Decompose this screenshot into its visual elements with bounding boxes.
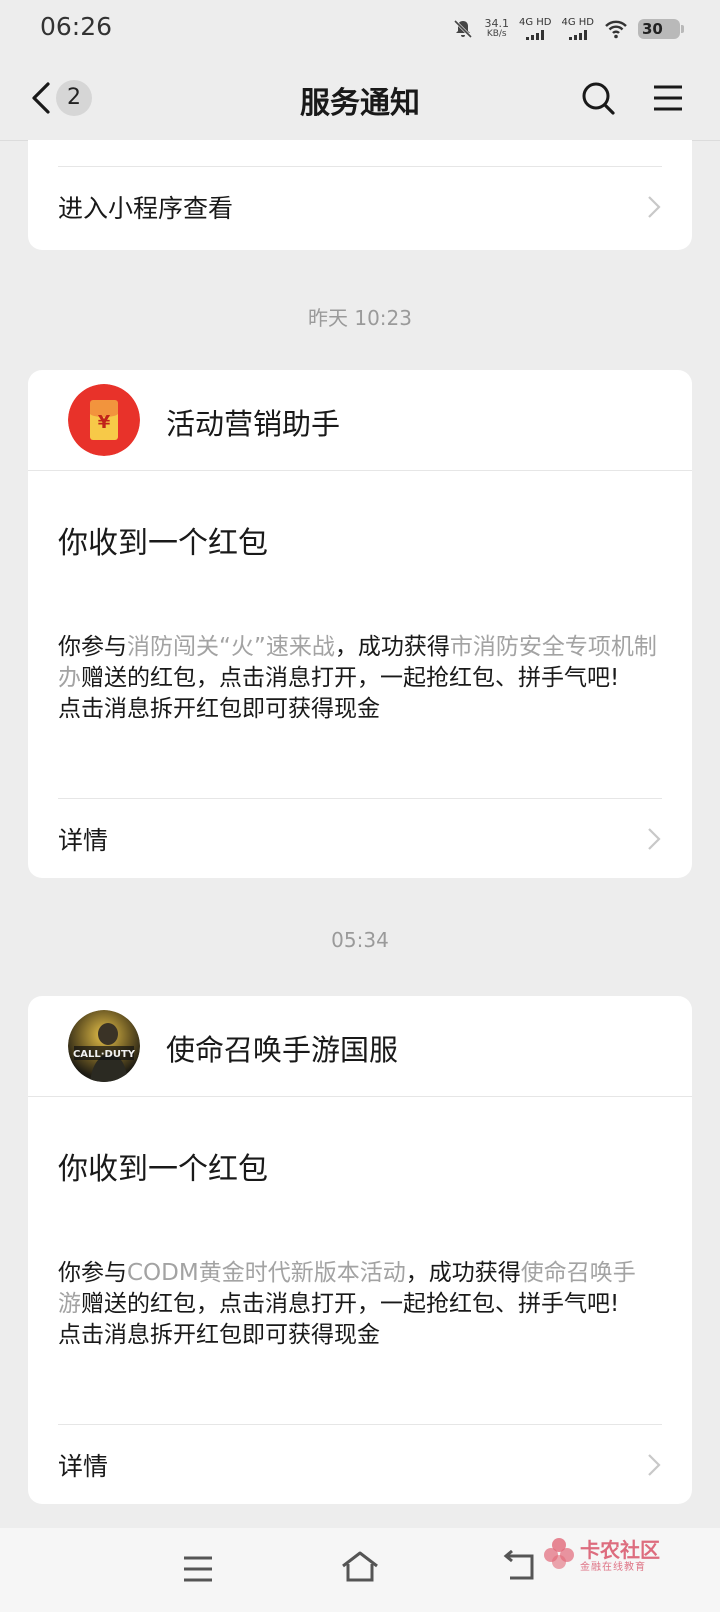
link-label: 进入小程序查看 bbox=[58, 194, 234, 223]
svg-text:CALL·DUTY: CALL·DUTY bbox=[73, 1049, 136, 1060]
message-title: 你收到一个红包 bbox=[58, 1152, 268, 1187]
details-link[interactable]: 详情 bbox=[58, 800, 662, 878]
activity-link[interactable]: CODM黄金时代新版本活动 bbox=[127, 1260, 406, 1286]
chevron-right-icon bbox=[648, 828, 661, 850]
message-card[interactable]: ¥ 活动营销助手 你收到一个红包 你参与消防闯关“火”速来战，成功获得市消防安全… bbox=[28, 370, 692, 878]
details-label: 详情 bbox=[58, 826, 109, 855]
sim2-signal: 4G HD bbox=[561, 18, 594, 40]
battery-icon: 30 bbox=[638, 19, 684, 39]
open-mini-program-link[interactable]: 进入小程序查看 bbox=[58, 168, 662, 246]
divider bbox=[58, 166, 662, 167]
chevron-right-icon bbox=[648, 196, 661, 218]
app-name: 使命召唤手游国服 bbox=[166, 1033, 399, 1067]
divider bbox=[58, 798, 662, 799]
search-icon[interactable] bbox=[580, 80, 616, 116]
back-nav-icon[interactable] bbox=[502, 1550, 538, 1584]
mute-icon bbox=[454, 19, 473, 39]
menu-icon[interactable] bbox=[652, 82, 684, 114]
net-speed: 34.1 KB/s bbox=[484, 17, 509, 39]
status-bar: 06:26 34.1 KB/s 4G HD 4G HD 30 bbox=[0, 0, 720, 56]
message-body: 你参与CODM黄金时代新版本活动，成功获得使命召唤手游赠送的红包，点击消息打开，… bbox=[58, 1260, 636, 1348]
message-title: 你收到一个红包 bbox=[58, 526, 268, 561]
signal-bars-icon bbox=[526, 30, 545, 40]
details-label: 详情 bbox=[58, 1452, 109, 1481]
details-link[interactable]: 详情 bbox=[58, 1426, 662, 1504]
activity-link[interactable]: 消防闯关“火”速来战 bbox=[127, 634, 335, 660]
watermark-subtitle: 金融在线教育 bbox=[580, 1562, 646, 1573]
recent-apps-icon[interactable] bbox=[182, 1554, 214, 1584]
header: 2 服务通知 bbox=[0, 56, 720, 141]
chevron-right-icon bbox=[648, 1454, 661, 1476]
game-avatar-icon: CALL·DUTY bbox=[68, 1010, 140, 1082]
sim1-signal: 4G HD bbox=[519, 18, 551, 40]
flower-logo-icon bbox=[544, 1538, 574, 1569]
svg-text:¥: ¥ bbox=[98, 412, 111, 433]
watermark-logo: 卡农社区 金融在线教育 bbox=[542, 1532, 692, 1576]
message-body: 你参与消防闯关“火”速来战，成功获得市消防安全专项机制办赠送的红包，点击消息打开… bbox=[58, 634, 657, 722]
battery-level: 30 bbox=[642, 20, 663, 38]
message-timestamp: 05:34 bbox=[331, 928, 389, 952]
red-packet-avatar-icon: ¥ bbox=[68, 384, 140, 456]
message-card[interactable]: CALL·DUTY 使命召唤手游国服 你收到一个红包 你参与CODM黄金时代新版… bbox=[28, 996, 692, 1504]
system-nav-bar: 卡农社区 金融在线教育 bbox=[0, 1528, 720, 1612]
wifi-icon bbox=[605, 20, 627, 39]
home-icon[interactable] bbox=[340, 1550, 380, 1584]
signal-bars-icon bbox=[568, 30, 587, 40]
previous-message-card: 进入小程序查看 bbox=[28, 140, 692, 250]
status-time: 06:26 bbox=[40, 12, 113, 41]
message-header: CALL·DUTY 使命召唤手游国服 bbox=[28, 996, 692, 1097]
message-timestamp: 昨天 10:23 bbox=[308, 306, 412, 330]
divider bbox=[58, 1424, 662, 1425]
app-name: 活动营销助手 bbox=[166, 407, 341, 441]
message-header: ¥ 活动营销助手 bbox=[28, 370, 692, 471]
